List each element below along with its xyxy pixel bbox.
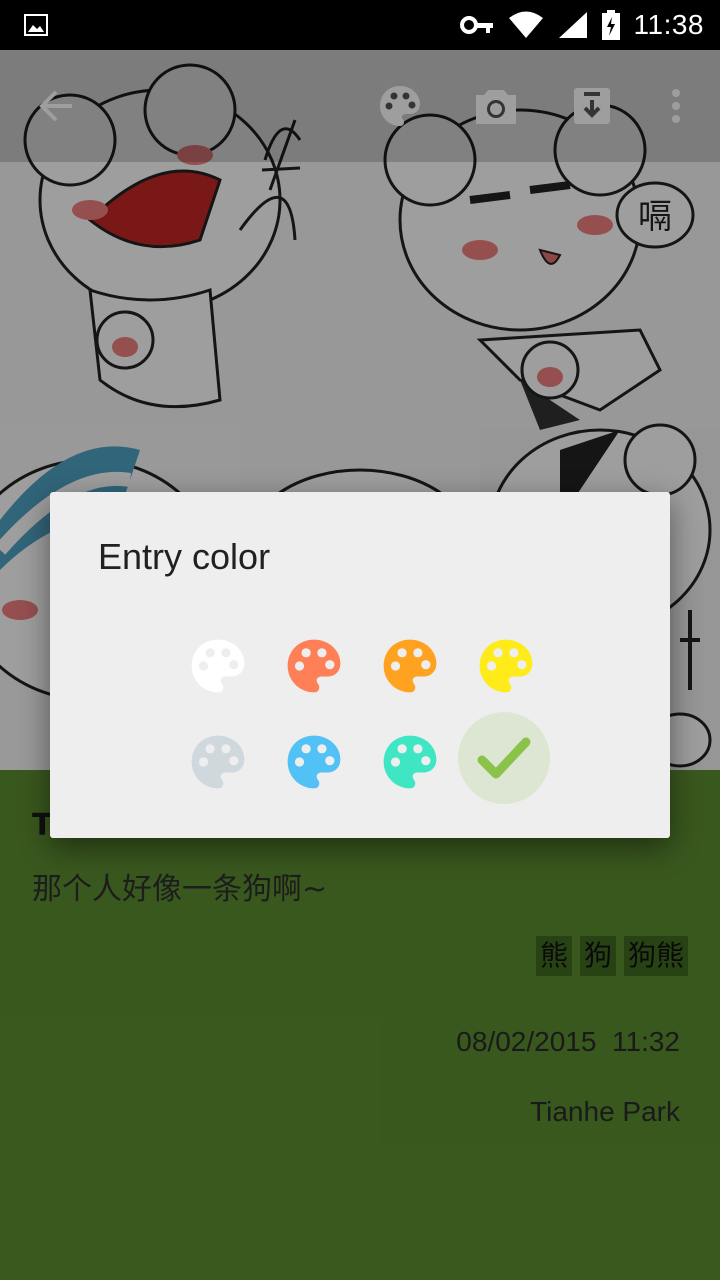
palette-icon bbox=[383, 639, 437, 693]
palette-icon bbox=[191, 639, 245, 693]
check-icon bbox=[477, 737, 531, 779]
clock: 11:38 bbox=[633, 9, 704, 40]
color-swatch[interactable] bbox=[378, 730, 442, 794]
color-swatch[interactable] bbox=[186, 634, 250, 698]
status-bar: 11:38 bbox=[0, 0, 720, 50]
color-swatch[interactable] bbox=[186, 730, 250, 794]
color-swatch[interactable] bbox=[282, 634, 346, 698]
color-swatch[interactable] bbox=[474, 634, 538, 698]
signal-icon bbox=[558, 12, 587, 38]
entry-color-dialog: Entry color bbox=[50, 492, 670, 838]
key-icon bbox=[459, 16, 493, 34]
color-swatch-selected[interactable] bbox=[472, 726, 536, 790]
palette-icon bbox=[191, 735, 245, 789]
palette-icon bbox=[287, 735, 341, 789]
image-icon bbox=[24, 14, 48, 36]
battery-charging-icon bbox=[601, 10, 620, 40]
color-swatch[interactable] bbox=[378, 634, 442, 698]
dialog-title: Entry color bbox=[98, 536, 271, 577]
palette-icon bbox=[479, 639, 533, 693]
wifi-icon bbox=[508, 11, 543, 38]
palette-icon bbox=[383, 735, 437, 789]
color-swatch[interactable] bbox=[282, 730, 346, 794]
palette-icon bbox=[287, 639, 341, 693]
